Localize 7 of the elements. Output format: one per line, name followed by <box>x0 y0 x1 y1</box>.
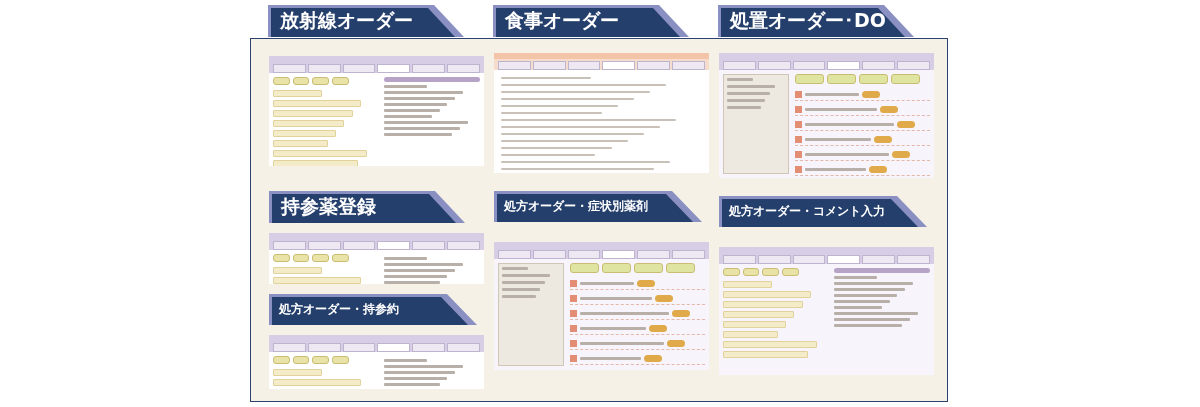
section-title: 処方オーダー・持参約 <box>269 294 477 325</box>
section-title: 処置オーダー･DO <box>718 5 914 37</box>
section-title: 放射線オーダー <box>268 5 464 37</box>
section-title: 処方オーダー・症状別薬剤 <box>494 191 702 222</box>
section-title: 処方オーダー・コメント入力 <box>719 196 927 227</box>
section-title: 持参薬登録 <box>269 191 465 223</box>
section-title: 食事オーダー <box>493 5 689 37</box>
